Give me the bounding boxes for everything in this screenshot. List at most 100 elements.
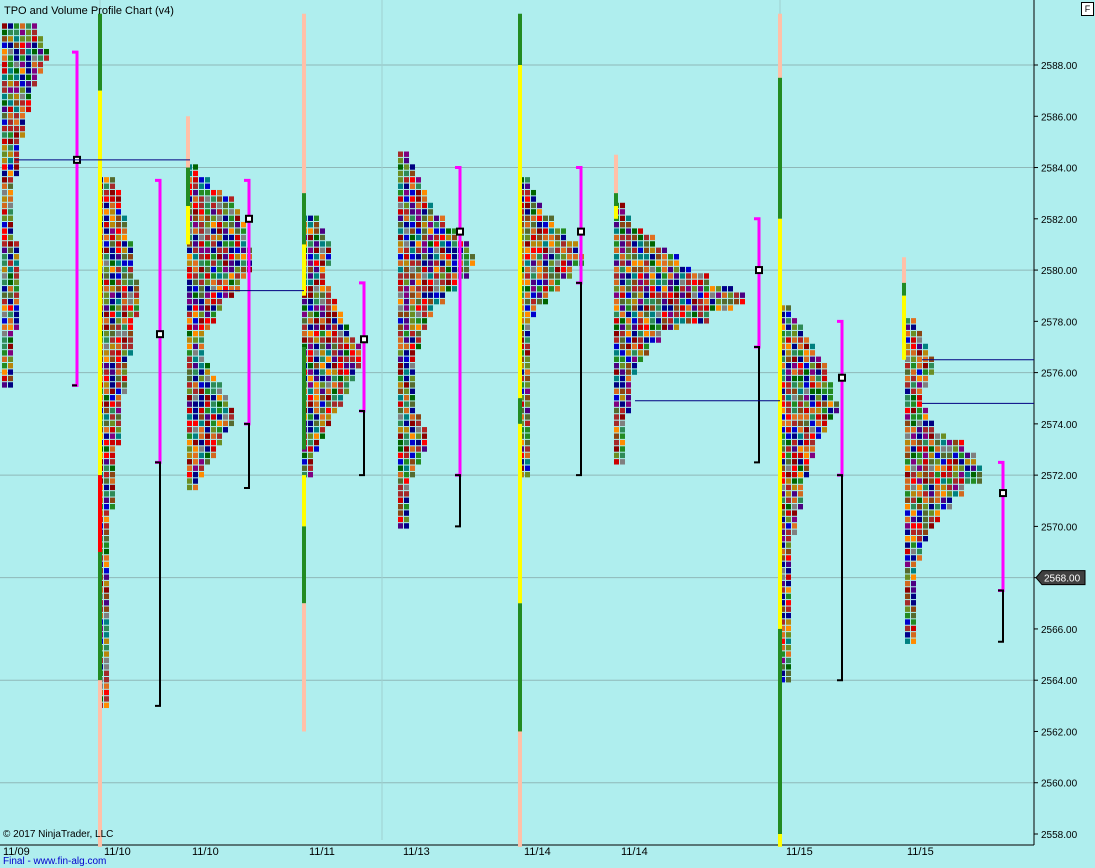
tpo-cell: [632, 241, 637, 247]
tpo-cell: [798, 356, 803, 362]
tpo-cell: [911, 337, 916, 343]
tpo-cell: [14, 311, 19, 318]
tpo-cell: [404, 330, 409, 337]
tpo-cell: [193, 382, 198, 388]
tpo-cell: [199, 209, 204, 215]
tpo-cell: [404, 170, 409, 177]
tpo-cell: [416, 414, 421, 420]
tpo-cell: [326, 292, 331, 298]
tpo-cell: [614, 433, 619, 439]
tpo-cell: [128, 292, 133, 298]
tpo-cell: [804, 459, 809, 465]
tpo-cell: [2, 61, 7, 68]
tpo-cell: [632, 234, 637, 241]
tpo-cell: [404, 362, 409, 369]
tpo-cell: [14, 106, 19, 113]
tpo-cell: [134, 292, 139, 298]
tpo-cell: [656, 273, 661, 279]
tpo-cell: [410, 222, 415, 228]
tpo-cell: [804, 465, 809, 471]
tpo-cell: [798, 369, 803, 375]
tpo-cell: [977, 471, 982, 478]
tpo-cell: [650, 234, 655, 241]
tpo-cell: [235, 215, 240, 222]
tpo-cell: [905, 555, 910, 561]
tpo-cell: [116, 330, 121, 337]
tpo-cell: [211, 375, 216, 382]
tpo-cell: [416, 196, 421, 202]
tpo-cell: [308, 388, 313, 395]
tpo-cell: [638, 234, 643, 241]
tpo-cell: [320, 414, 325, 420]
tpo-cell: [110, 228, 115, 234]
tpo-cell: [205, 196, 210, 202]
tpo-cell: [905, 580, 910, 587]
tpo-cell: [404, 388, 409, 395]
tpo-cell: [971, 471, 976, 478]
tpo-cell: [398, 446, 403, 452]
tpo-cell: [398, 382, 403, 388]
tpo-cell: [116, 266, 121, 273]
tpo-cell: [620, 350, 625, 356]
tpo-cell: [614, 241, 619, 247]
tpo-cell: [8, 241, 13, 247]
tpo-cell: [911, 612, 916, 619]
tpo-cell: [810, 356, 815, 362]
tpo-cell: [122, 273, 127, 279]
tpo-cell: [32, 61, 37, 68]
tpo-cell: [614, 324, 619, 330]
tpo-cell: [822, 420, 827, 427]
tpo-cell: [2, 183, 7, 189]
tpo-cell: [810, 343, 815, 350]
tpo-cell: [20, 125, 25, 132]
tpo-cell: [816, 369, 821, 375]
tpo-cell: [187, 420, 192, 427]
tpo-cell: [923, 433, 928, 439]
tpo-cell: [698, 298, 703, 305]
tpo-cell: [326, 420, 331, 427]
tpo-cell: [416, 452, 421, 459]
tpo-cell: [555, 279, 560, 286]
tpo-cell: [110, 298, 115, 305]
tpo-cell: [116, 362, 121, 369]
tpo-cell: [786, 324, 791, 330]
tpo-cell: [704, 273, 709, 279]
tpo-cell: [638, 324, 643, 330]
tpo-cell: [416, 183, 421, 189]
tpo-cell: [398, 471, 403, 478]
tpo-cell: [410, 311, 415, 318]
tpo-cell: [8, 202, 13, 209]
tpo-cell: [410, 324, 415, 330]
chart-f-badge[interactable]: F: [1081, 2, 1094, 16]
website-link[interactable]: Final - www.fin-alg.com: [3, 856, 106, 867]
tpo-cell: [905, 491, 910, 497]
tpo-cell: [217, 215, 222, 222]
tpo-cell: [422, 446, 427, 452]
tpo-cell: [326, 375, 331, 382]
tpo-cell: [537, 234, 542, 241]
tpo-cell: [668, 324, 673, 330]
tpo-cell: [822, 414, 827, 420]
tpo-cell: [549, 279, 554, 286]
tpo-cell: [947, 439, 952, 446]
tpo-chart[interactable]: 2588.002586.002584.002582.002580.002578.…: [0, 0, 1095, 868]
tpo-cell: [326, 286, 331, 292]
tpo-cell: [917, 497, 922, 503]
tpo-cell: [692, 298, 697, 305]
tpo-cell: [122, 222, 127, 228]
tpo-cell: [410, 414, 415, 420]
tpo-cell: [668, 305, 673, 311]
tpo-cell: [614, 247, 619, 254]
tpo-cell: [404, 247, 409, 254]
tpo-cell: [38, 55, 43, 61]
volume-profile-bar: [98, 552, 102, 681]
tpo-cell: [632, 343, 637, 350]
tpo-cell: [104, 330, 109, 337]
tpo-cell: [314, 427, 319, 433]
tpo-cell: [110, 234, 115, 241]
tpo-cell: [404, 510, 409, 516]
volume-profile-bar: [902, 257, 906, 283]
tpo-cell: [8, 132, 13, 138]
tpo-cell: [614, 420, 619, 427]
poc-marker: [360, 335, 368, 344]
